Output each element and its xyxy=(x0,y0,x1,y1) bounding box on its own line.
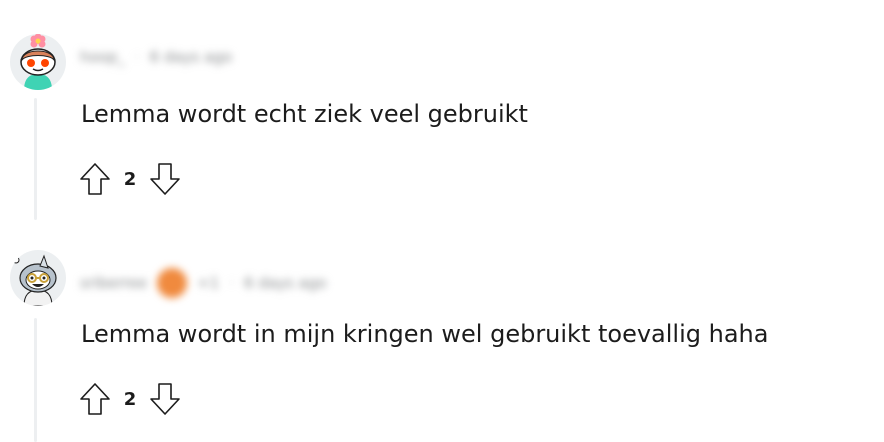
arrow-down-outline-icon xyxy=(150,163,180,195)
arrow-up-outline-icon xyxy=(80,163,110,195)
arrow-down-outline-icon xyxy=(150,383,180,415)
vote-bar: 2 xyxy=(76,160,184,198)
avatar[interactable] xyxy=(10,250,66,306)
vote-bar: 2 xyxy=(76,380,184,418)
author-name[interactable]: sriberree xyxy=(80,274,147,292)
timestamp[interactable]: 6 days ago xyxy=(150,48,232,66)
arrow-up-outline-icon xyxy=(80,383,110,415)
upvote-button[interactable] xyxy=(76,160,114,198)
upvote-button[interactable] xyxy=(76,380,114,418)
comment-body: Lemma wordt echt ziek veel gebruikt xyxy=(81,100,528,128)
separator-dot: · xyxy=(134,48,140,66)
vote-score: 2 xyxy=(123,168,137,190)
comment-meta: sriberree +1 · 6 days ago xyxy=(80,268,326,298)
avatar[interactable] xyxy=(10,34,66,90)
vote-score: 2 xyxy=(123,388,137,410)
separator-dot: · xyxy=(229,274,235,292)
flair-count: +1 xyxy=(197,274,220,292)
author-name[interactable]: hoop_ xyxy=(80,48,125,66)
comment: sriberree +1 · 6 days ago Lemma wordt in… xyxy=(0,220,884,442)
downvote-button[interactable] xyxy=(146,160,184,198)
comment-body: Lemma wordt in mijn kringen wel gebruikt… xyxy=(81,320,769,348)
flair-icon xyxy=(157,268,188,298)
comment-meta: hoop_ · 6 days ago xyxy=(80,48,232,66)
downvote-button[interactable] xyxy=(146,380,184,418)
timestamp[interactable]: 6 days ago xyxy=(244,274,326,292)
comment: hoop_ · 6 days ago Lemma wordt echt ziek… xyxy=(0,0,884,220)
